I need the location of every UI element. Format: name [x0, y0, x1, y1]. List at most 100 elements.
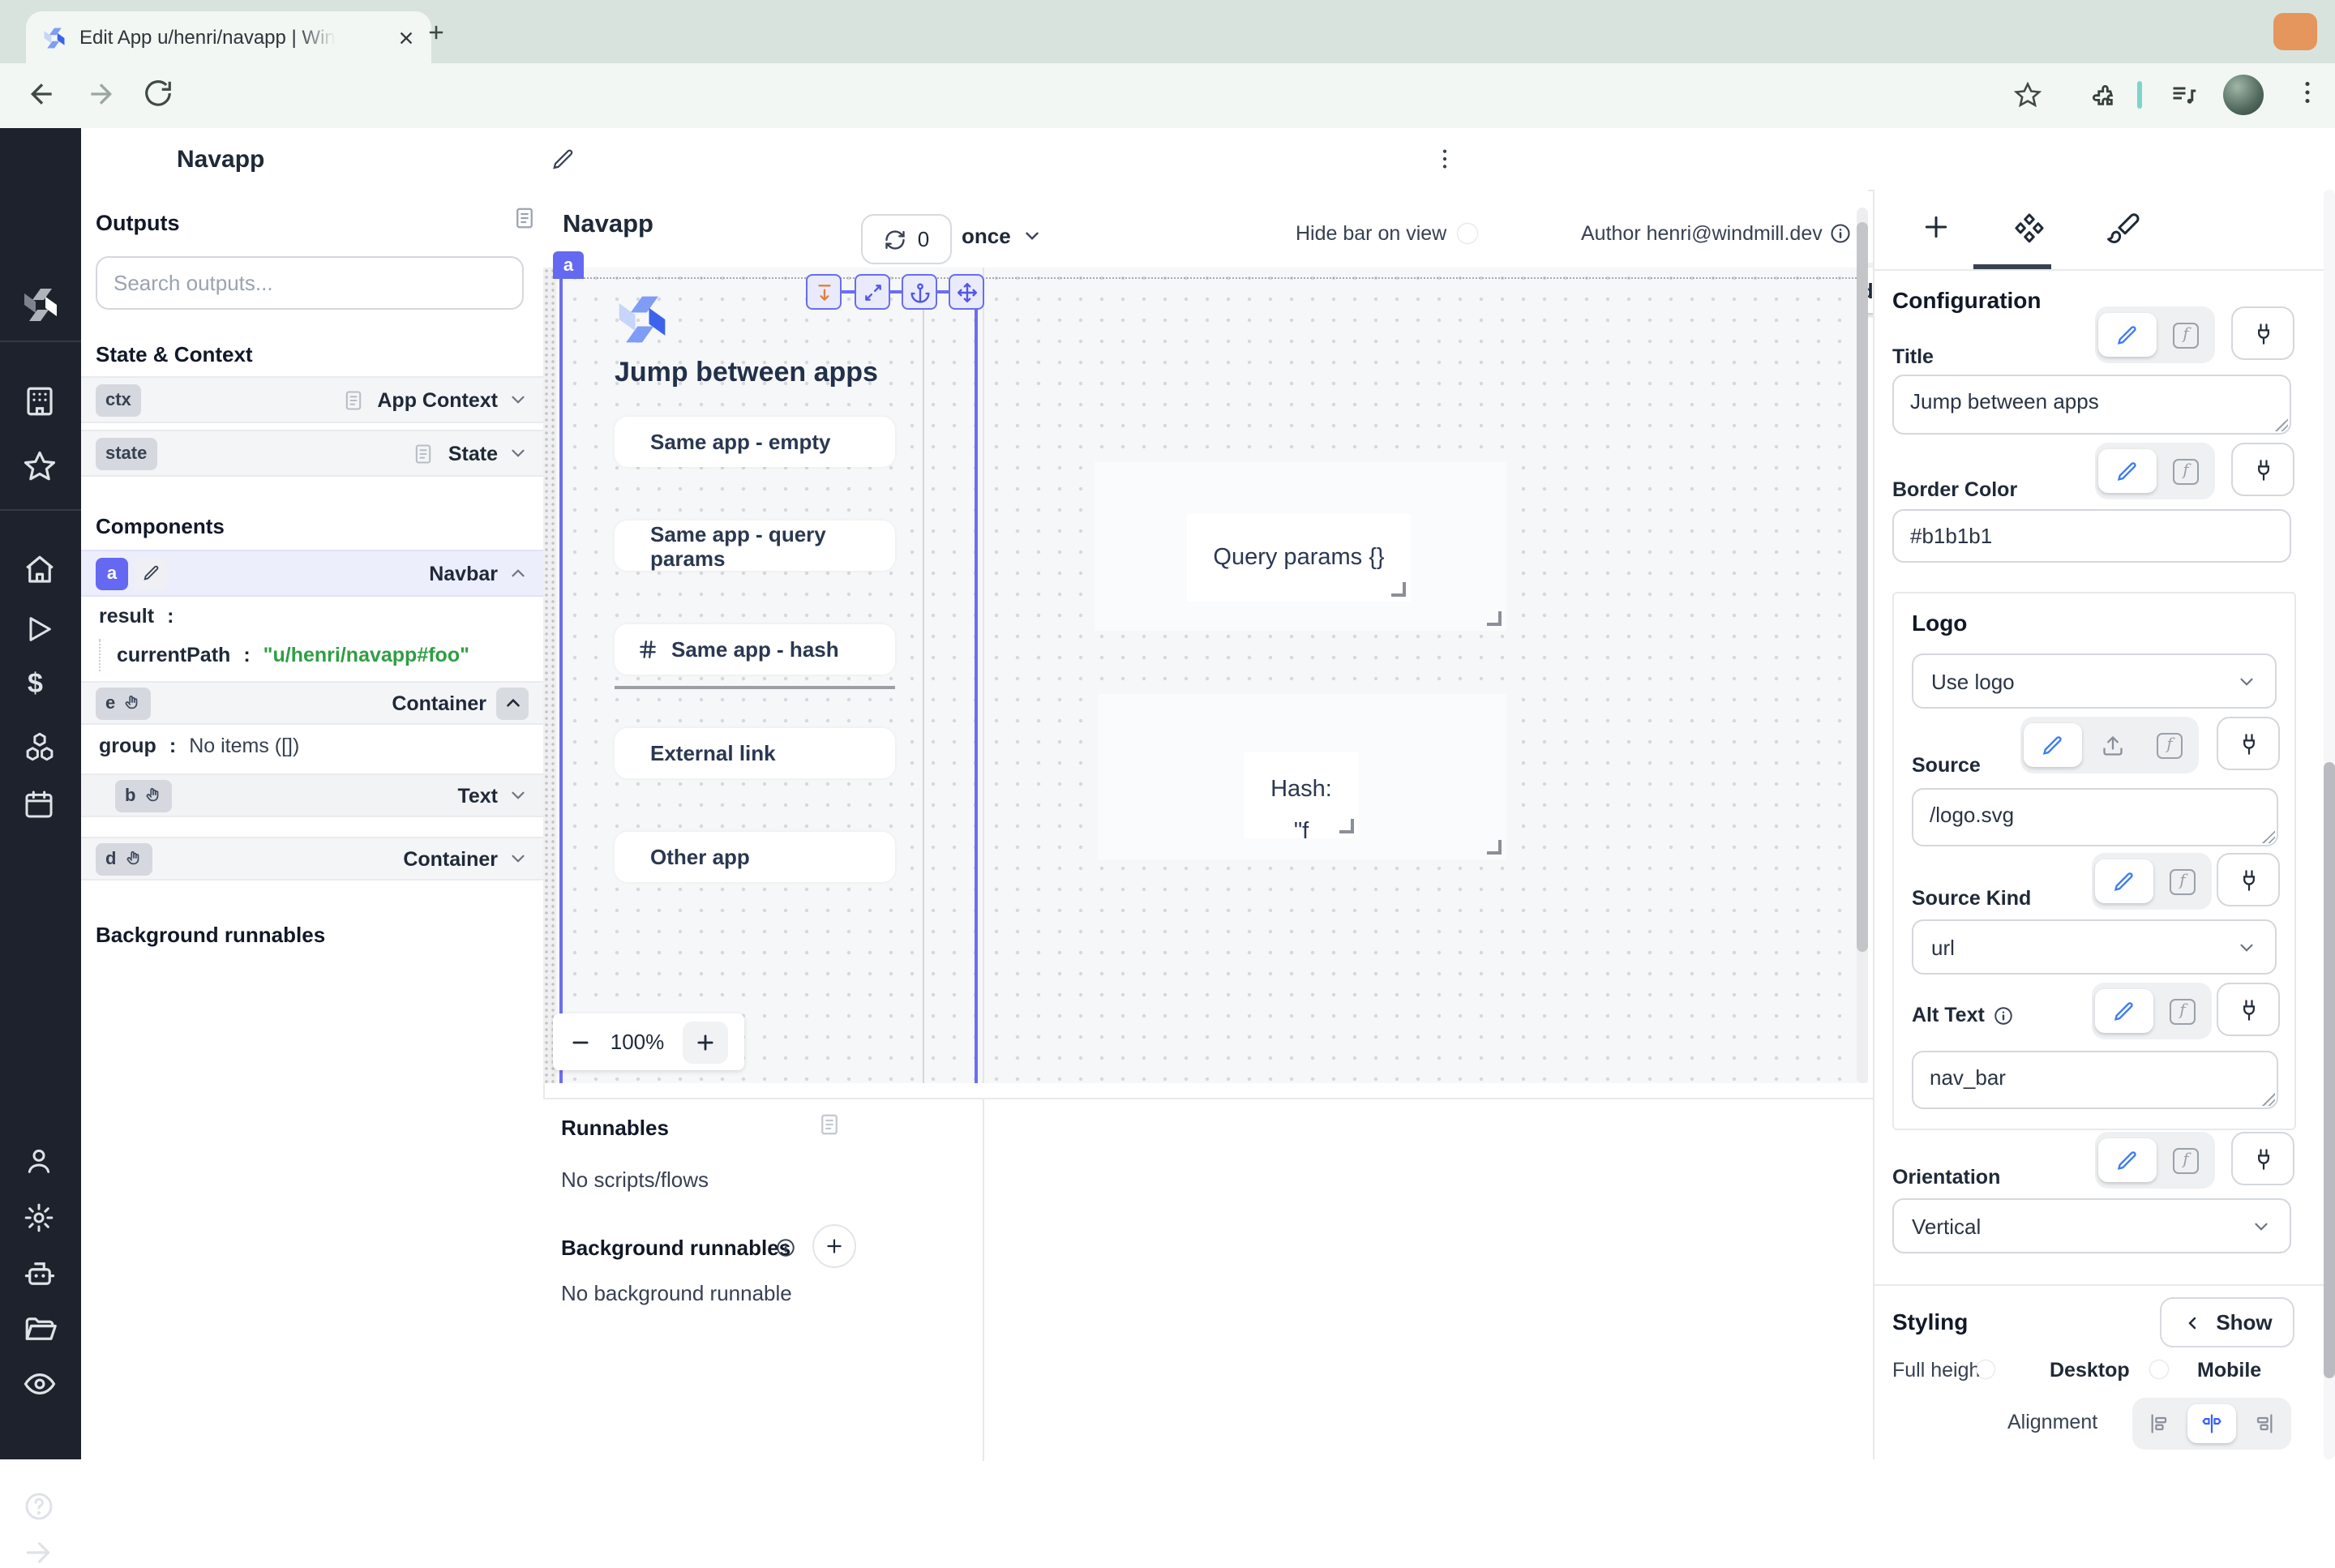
help-icon[interactable] — [23, 1490, 55, 1523]
workspace-icon[interactable] — [23, 384, 57, 418]
title-input[interactable]: Jump between apps — [1892, 375, 2291, 435]
profile-avatar[interactable] — [2223, 75, 2264, 115]
browser-menu-icon[interactable] — [2293, 78, 2322, 107]
insert-component-tab[interactable] — [1920, 211, 1952, 243]
nav-button-external[interactable]: External link — [615, 728, 895, 778]
add-background-runnable-button[interactable] — [812, 1224, 856, 1268]
expand-down-handle[interactable] — [806, 274, 842, 310]
bookmark-star-icon[interactable] — [2014, 81, 2042, 109]
nav-button-other-app[interactable]: Other app — [615, 832, 895, 882]
source-kind-connect-button[interactable] — [2217, 853, 2280, 906]
align-center-button[interactable] — [2187, 1404, 2236, 1443]
component-a-row[interactable]: a Navbar — [81, 550, 543, 597]
source-function-button[interactable]: f — [2144, 723, 2196, 767]
new-tab-icon[interactable] — [425, 21, 448, 44]
component-b-row[interactable]: b Text — [81, 773, 543, 817]
settings-scrollbar[interactable] — [2324, 190, 2335, 1459]
nav-button-query-params[interactable]: Same app - query params — [615, 521, 895, 571]
alt-text-input[interactable]: nav_bar — [1912, 1051, 2278, 1109]
orientation-function-button[interactable]: f — [2160, 1138, 2212, 1182]
styling-show-button[interactable]: Show — [2160, 1297, 2294, 1347]
title-connect-button[interactable] — [2231, 306, 2294, 360]
forward-icon[interactable] — [84, 78, 117, 110]
border-color-static-button[interactable] — [2098, 449, 2157, 493]
audit-eye-icon[interactable] — [23, 1367, 57, 1401]
component-b-chevron-down-icon[interactable] — [508, 785, 529, 806]
component-d-row[interactable]: d Container — [81, 837, 543, 880]
component-d-chevron-down-icon[interactable] — [508, 848, 529, 869]
alt-text-static-button[interactable] — [2095, 989, 2153, 1033]
component-a-chevron-up-icon[interactable] — [508, 563, 529, 584]
refresh-mode-select[interactable]: once — [962, 224, 1043, 248]
orientation-select[interactable]: Vertical — [1892, 1198, 2291, 1253]
border-color-input[interactable]: #b1b1b1 — [1892, 509, 2291, 563]
settings-gear-icon[interactable] — [23, 1202, 55, 1234]
use-logo-select[interactable]: Use logo — [1912, 653, 2277, 709]
source-kind-function-button[interactable]: f — [2157, 859, 2209, 903]
back-icon[interactable] — [26, 78, 58, 110]
refresh-count-button[interactable]: 0 — [861, 214, 952, 264]
hash-text-box[interactable]: Hash: "f — [1244, 752, 1359, 838]
info-icon[interactable] — [1829, 222, 1852, 245]
resize-corner-icon[interactable] — [1487, 840, 1502, 855]
collapse-arrow-icon[interactable] — [23, 1537, 54, 1568]
zoom-out-icon[interactable] — [569, 1030, 592, 1053]
orientation-connect-button[interactable] — [2231, 1132, 2294, 1185]
settings-tab[interactable] — [2012, 211, 2046, 245]
outputs-log-icon[interactable] — [512, 206, 537, 230]
move-handle[interactable] — [949, 274, 984, 310]
anchor-handle[interactable] — [902, 274, 937, 310]
ctx-log-icon[interactable] — [341, 388, 364, 411]
component-a-edit-icon[interactable] — [135, 557, 167, 589]
styling-tab[interactable] — [2106, 211, 2140, 245]
align-left-button[interactable] — [2136, 1404, 2184, 1443]
info-icon[interactable] — [1993, 1005, 2014, 1026]
resize-corner-icon[interactable] — [1391, 582, 1406, 597]
align-right-button[interactable] — [2239, 1404, 2288, 1443]
source-kind-select[interactable]: url — [1912, 919, 2277, 975]
resize-corner-icon[interactable] — [1339, 819, 1354, 833]
border-color-connect-button[interactable] — [2231, 443, 2294, 496]
variables-dollar-icon[interactable]: $ — [28, 668, 43, 700]
runs-play-icon[interactable] — [23, 613, 55, 645]
component-e-chevron-up-icon[interactable] — [496, 687, 529, 719]
workers-robot-icon[interactable] — [23, 1257, 57, 1291]
nav-button-hash[interactable]: Same app - hash — [615, 624, 895, 675]
source-connect-button[interactable] — [2217, 717, 2280, 770]
canvas-grid[interactable] — [543, 268, 1868, 1083]
resources-cubes-icon[interactable] — [23, 730, 57, 764]
ctx-chevron-down-icon[interactable] — [508, 389, 529, 410]
extensions-icon[interactable] — [2089, 81, 2116, 109]
home-icon[interactable] — [23, 553, 57, 587]
favorites-star-icon[interactable] — [23, 449, 57, 483]
hash-container[interactable]: Hash: "f — [1098, 694, 1506, 859]
reload-icon[interactable] — [143, 78, 174, 109]
source-kind-static-button[interactable] — [2095, 859, 2153, 903]
alt-text-connect-button[interactable] — [2217, 983, 2280, 1036]
state-log-icon[interactable] — [413, 442, 435, 465]
media-controls-icon[interactable] — [2170, 81, 2199, 110]
selected-component-badge[interactable]: a — [553, 251, 584, 279]
component-right-edge[interactable] — [923, 277, 924, 1083]
users-icon[interactable] — [23, 1145, 55, 1177]
runnables-log-icon[interactable] — [817, 1112, 842, 1137]
border-color-function-button[interactable]: f — [2160, 449, 2212, 493]
fullscreen-handle[interactable] — [855, 274, 890, 310]
state-row[interactable]: state State — [81, 430, 543, 477]
source-input[interactable]: /logo.svg — [1912, 788, 2278, 846]
tab-close-icon[interactable] — [397, 28, 415, 46]
alt-text-function-button[interactable]: f — [2157, 989, 2209, 1033]
resize-corner-icon[interactable] — [1487, 611, 1502, 626]
folders-icon[interactable] — [23, 1312, 57, 1346]
more-menu-icon[interactable] — [1432, 146, 1458, 172]
query-params-text-box[interactable]: Query params {} — [1187, 514, 1411, 602]
search-outputs-input[interactable] — [96, 256, 524, 310]
component-e-row[interactable]: e Container — [81, 681, 543, 725]
title-static-button[interactable] — [2098, 313, 2157, 357]
nav-button-empty[interactable]: Same app - empty — [615, 417, 895, 467]
windmill-logo-icon[interactable] — [21, 285, 60, 324]
current-path-line[interactable]: currentPath : "u/henri/navapp#foo" — [99, 639, 469, 671]
background-runnables-info-icon[interactable] — [775, 1237, 796, 1258]
state-chevron-down-icon[interactable] — [508, 443, 529, 464]
rename-pencil-icon[interactable] — [551, 148, 576, 172]
